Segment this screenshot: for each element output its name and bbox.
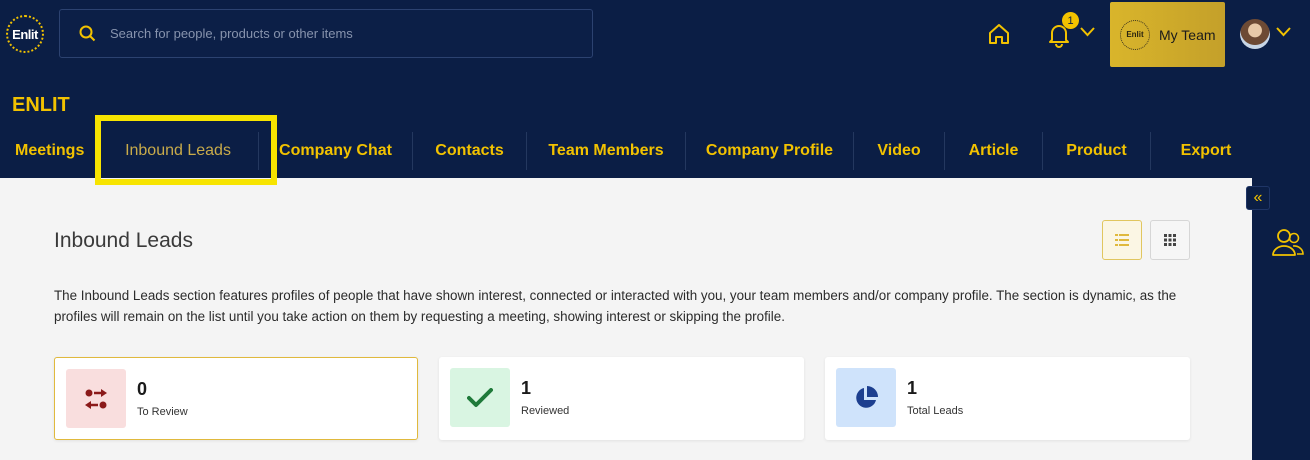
swap-arrows-icon (85, 388, 107, 409)
tab-article[interactable]: Article (945, 132, 1043, 170)
stat-card-reviewed[interactable]: 1 Reviewed (439, 357, 804, 440)
notification-badge: 1 (1062, 12, 1079, 29)
active-tab-highlight (95, 115, 277, 185)
search-bar[interactable] (59, 9, 593, 58)
my-team-button[interactable]: Enlit My Team (1110, 2, 1225, 67)
tab-video[interactable]: Video (854, 132, 945, 170)
stat-icon-box (836, 368, 896, 427)
tab-contacts[interactable]: Contacts (413, 132, 527, 170)
list-view-button[interactable] (1102, 220, 1142, 260)
stat-value: 1 (521, 378, 532, 398)
page-description: The Inbound Leads section features profi… (54, 288, 1177, 324)
tab-export[interactable]: Export (1151, 132, 1261, 170)
tab-team-members[interactable]: Team Members (527, 132, 686, 170)
tab-product[interactable]: Product (1043, 132, 1151, 170)
grid-view-icon (1164, 234, 1176, 246)
team-logo: Enlit (1120, 19, 1150, 50)
page-title: Inbound Leads (54, 229, 193, 252)
tab-company-profile[interactable]: Company Profile (686, 132, 854, 170)
enlit-logo[interactable]: Enlit (6, 15, 44, 53)
tab-meetings[interactable]: Meetings (0, 132, 98, 170)
tab-company-chat[interactable]: Company Chat (259, 132, 413, 170)
home-icon[interactable] (986, 21, 1012, 47)
stat-icon-box (450, 368, 510, 427)
list-view-icon (1115, 234, 1129, 246)
stat-label: To Review (137, 406, 188, 418)
chevron-down-icon[interactable] (1080, 27, 1095, 37)
stat-label: Reviewed (521, 405, 570, 417)
grid-view-button[interactable] (1150, 220, 1190, 260)
avatar[interactable] (1240, 19, 1270, 49)
chevron-down-icon[interactable] (1276, 27, 1291, 37)
stat-card-total-leads[interactable]: 1 Total Leads (825, 357, 1190, 440)
stat-icon-box (66, 369, 126, 428)
stat-label: Total Leads (907, 405, 964, 417)
stat-value: 1 (907, 378, 918, 398)
people-icon[interactable] (1271, 227, 1305, 257)
my-team-label: My Team (1159, 26, 1216, 43)
collapse-sidebar-button[interactable]: « (1246, 186, 1270, 210)
double-chevron-left-icon: « (1253, 189, 1263, 206)
logo-text: Enlit (12, 26, 38, 42)
stat-value: 0 (137, 379, 148, 399)
stat-card-to-review[interactable]: 0 To Review (54, 357, 418, 440)
pie-chart-icon (856, 385, 878, 408)
right-sidebar (1252, 178, 1310, 460)
search-icon (79, 25, 96, 42)
search-input[interactable] (110, 26, 550, 41)
check-icon (467, 387, 493, 407)
page-brand: ENLIT (12, 94, 70, 116)
